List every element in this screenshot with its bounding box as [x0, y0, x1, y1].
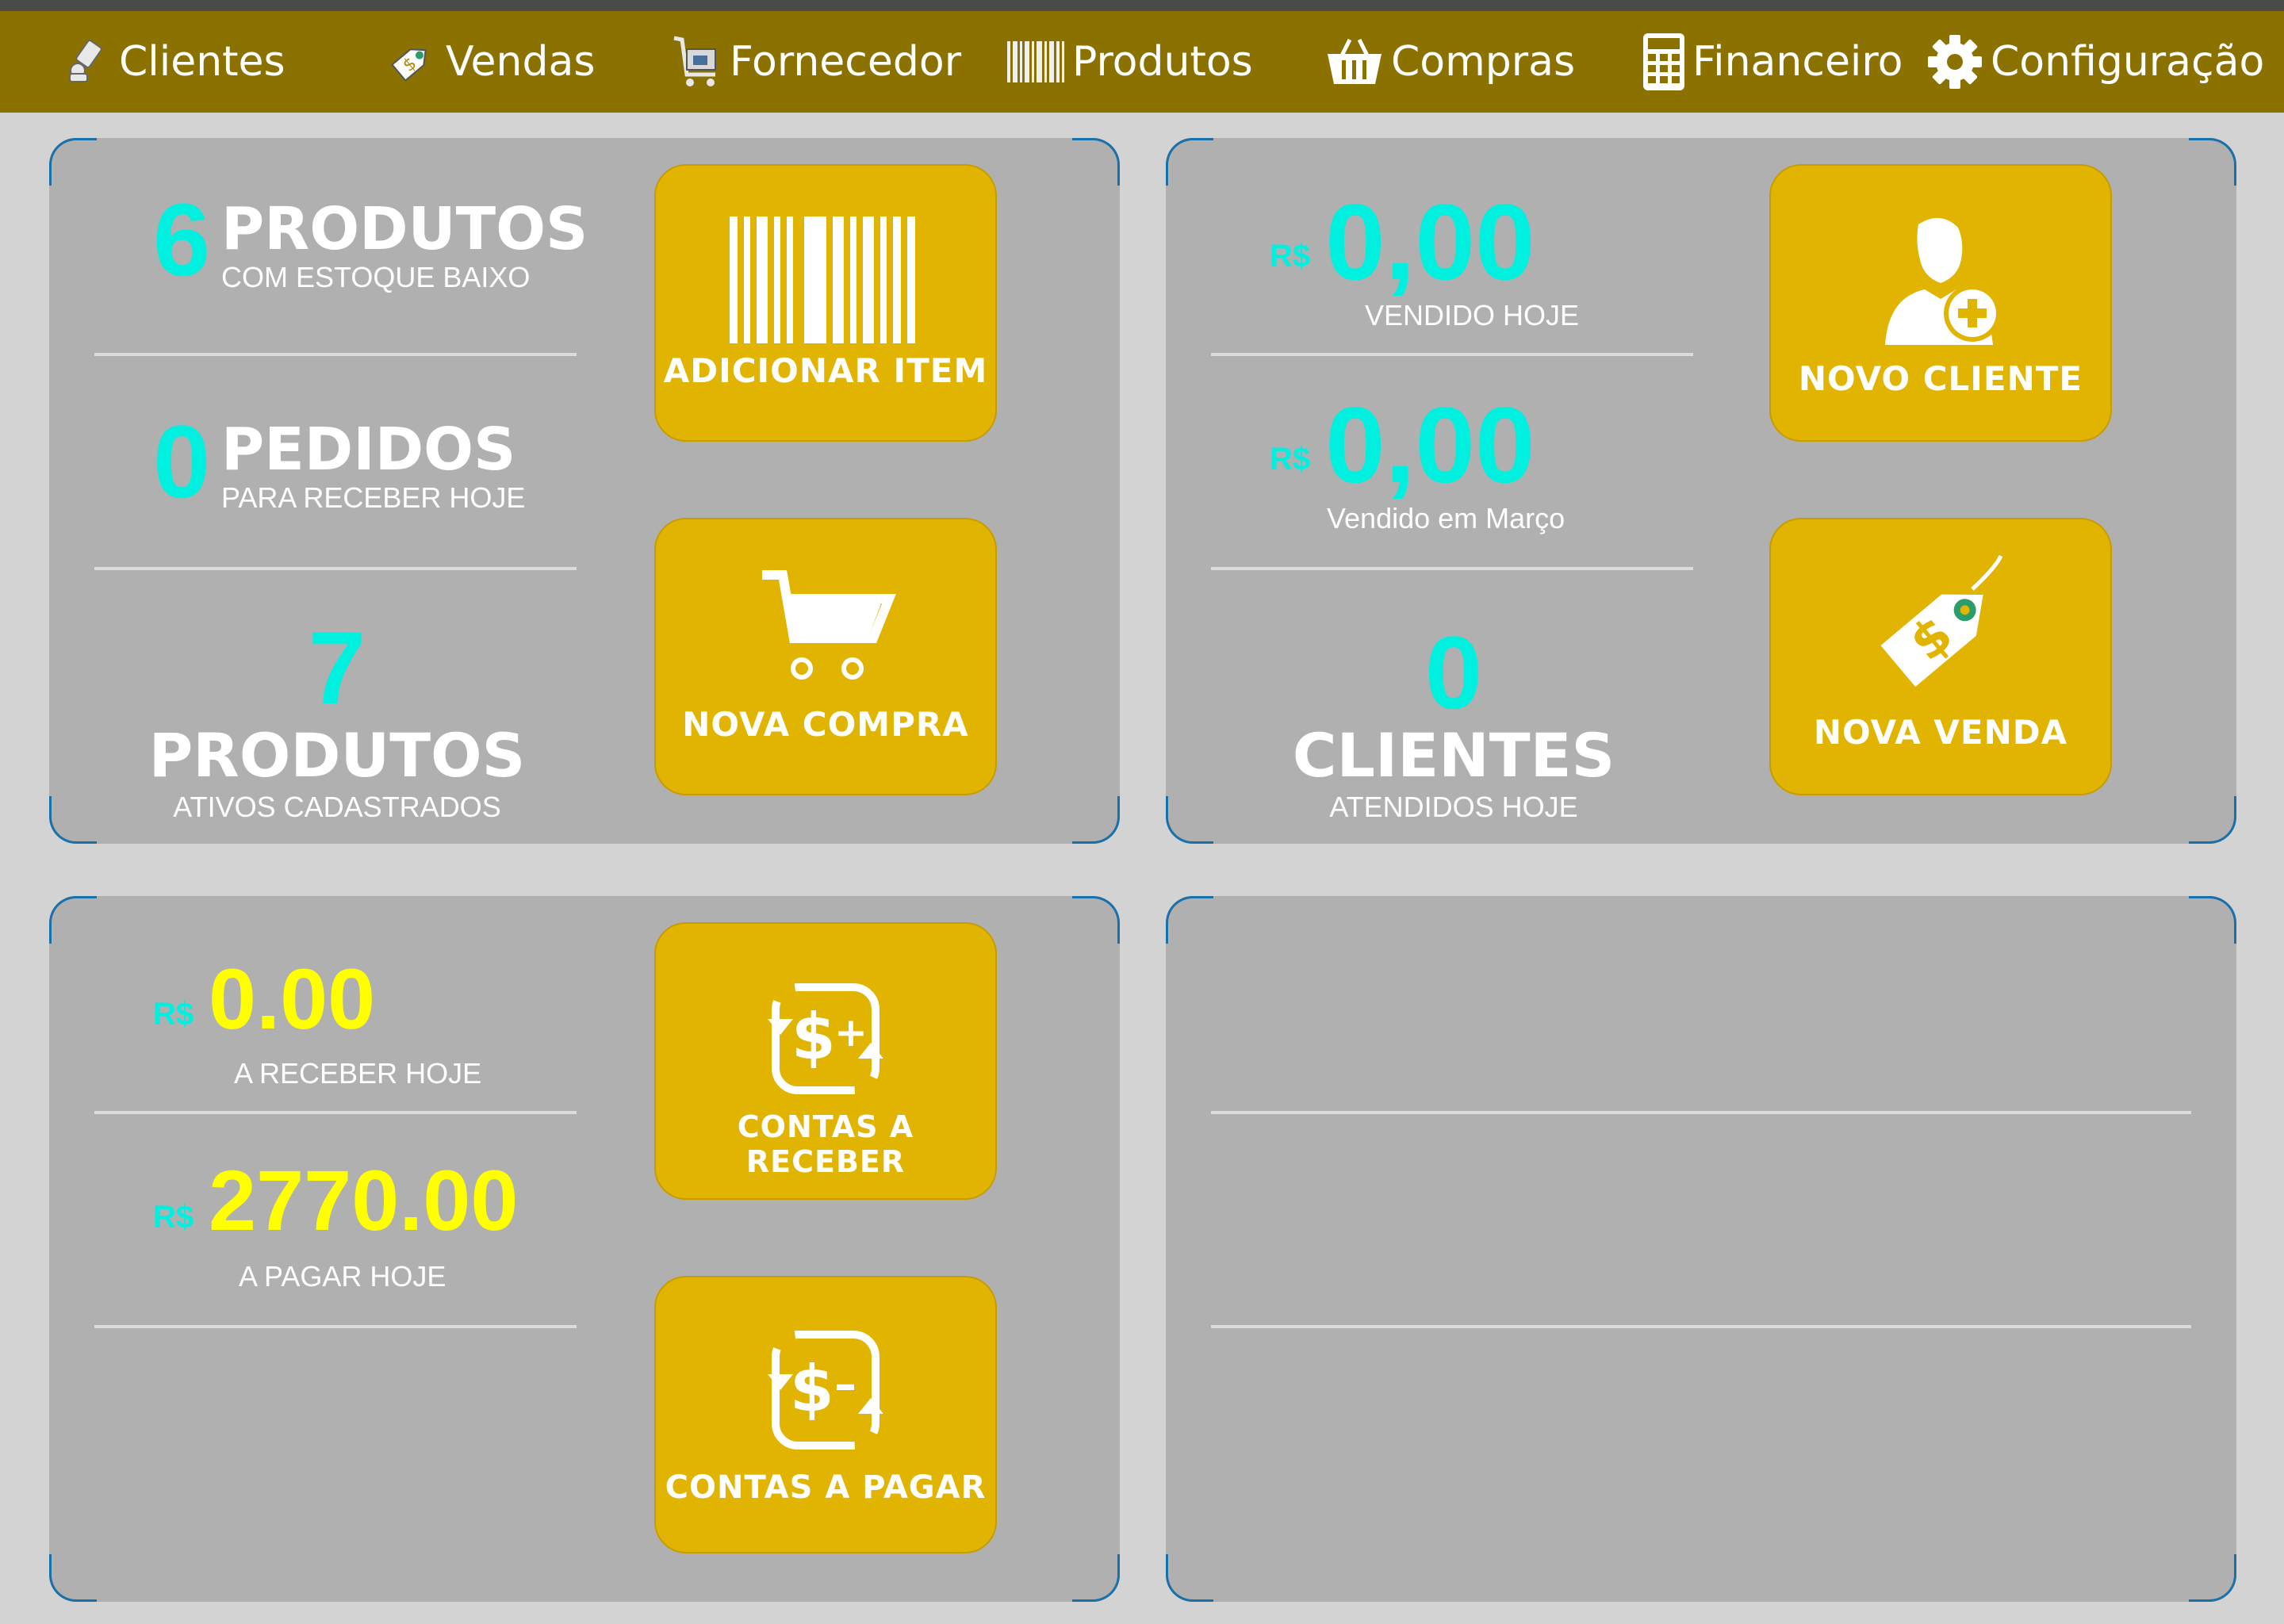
add-user-icon [1771, 210, 2110, 353]
nav-fornecedor-label: Fornecedor [730, 38, 962, 86]
sold-today-caption: VENDIDO HOJE [1365, 299, 1580, 331]
barcode-icon [656, 216, 995, 343]
receivable-today-caption: A RECEBER HOJE [234, 1057, 482, 1090]
window-top-border [0, 0, 2284, 11]
divider [94, 353, 577, 356]
clients-served-caption: ATENDIDOS HOJE [1329, 791, 1578, 823]
new-sale-label: NOVA VENDA [1813, 713, 2068, 752]
supplier-cart-icon [669, 33, 723, 90]
low-stock-count: 6 [153, 182, 211, 297]
sold-month-caption: Vendido em Março [1327, 502, 1565, 534]
nav-configuracao[interactable]: Configuração [1926, 11, 2264, 113]
empty-summary-panel [1166, 896, 2236, 1602]
panel-corner [1072, 896, 1120, 944]
active-products-caption: ATIVOS CADASTRADOS [173, 791, 501, 823]
divider [94, 1325, 577, 1328]
svg-text:+: + [834, 1009, 868, 1055]
panel-corner [2189, 1554, 2236, 1602]
currency-symbol: R$ [153, 997, 194, 1032]
money-out-icon: $ – [656, 1327, 995, 1454]
sold-today-value: 0,00 [1325, 182, 1535, 302]
shopping-cart-icon [656, 567, 995, 694]
nav-configuracao-label: Configuração [1991, 38, 2265, 86]
panel-corner [2189, 896, 2236, 944]
finance-summary-panel: R$ 0.00 A RECEBER HOJE R$ 2770.00 A PAGA… [49, 896, 1120, 1602]
nav-vendas-label: Vendas [446, 38, 596, 86]
low-stock-caption: COM ESTOQUE BAIXO [221, 261, 531, 293]
currency-symbol: R$ [153, 1200, 194, 1235]
price-tag-icon: $ [384, 34, 439, 90]
panel-corner [1072, 138, 1120, 186]
svg-text:–: – [834, 1359, 856, 1411]
clients-served-label: CLIENTES [1292, 720, 1615, 791]
orders-label: PEDIDOS [221, 416, 516, 484]
new-purchase-button[interactable]: NOVA COMPRA [654, 518, 997, 795]
active-products-count: 7 [308, 610, 366, 726]
orders-count: 0 [153, 404, 211, 519]
wrench-user-icon [63, 37, 113, 86]
divider [94, 567, 577, 570]
nav-fornecedor[interactable]: Fornecedor [669, 11, 961, 113]
panel-corner [1166, 896, 1213, 944]
panel-corner [1072, 796, 1120, 844]
panel-corner [49, 138, 97, 186]
panel-corner [2189, 138, 2236, 186]
money-in-icon: $ + [656, 979, 995, 1098]
divider [1211, 567, 1693, 570]
svg-text:$: $ [791, 1000, 836, 1074]
divider [1211, 1111, 2191, 1114]
nav-compras-label: Compras [1391, 38, 1576, 86]
currency-symbol: R$ [1270, 239, 1311, 274]
clients-served-count: 0 [1424, 615, 1483, 730]
basket-icon [1324, 35, 1385, 89]
panel-corner [1166, 1554, 1213, 1602]
accounts-receivable-button[interactable]: $ + CONTAS A RECEBER [654, 922, 997, 1200]
divider [1211, 353, 1693, 356]
active-products-label: PRODUTOS [148, 720, 526, 791]
divider [1211, 1325, 2191, 1328]
svg-text:$: $ [790, 1352, 834, 1426]
payable-today-caption: A PAGAR HOJE [239, 1260, 446, 1293]
currency-symbol: R$ [1270, 442, 1311, 477]
panel-corner [49, 896, 97, 944]
payable-today-value: 2770.00 [209, 1152, 519, 1248]
panel-corner [49, 1554, 97, 1602]
divider [94, 1111, 577, 1114]
nav-financeiro[interactable]: Financeiro [1642, 11, 1903, 113]
nav-clientes[interactable]: Clientes [63, 11, 286, 113]
panel-corner [1166, 138, 1213, 186]
new-client-button[interactable]: NOVO CLIENTE [1769, 164, 2112, 442]
price-tag-icon: $ [1771, 551, 2110, 702]
products-summary-panel: 6 PRODUTOS COM ESTOQUE BAIXO 0 PEDIDOS P… [49, 138, 1120, 844]
receivable-today-value: 0.00 [209, 951, 376, 1047]
orders-caption: PARA RECEBER HOJE [221, 481, 526, 514]
nav-clientes-label: Clientes [119, 38, 286, 86]
nav-vendas[interactable]: $ Vendas [384, 11, 595, 113]
add-item-button[interactable]: ADICIONAR ITEM [654, 164, 997, 442]
sold-month-value: 0,00 [1325, 385, 1535, 505]
low-stock-label: PRODUTOS [221, 195, 588, 263]
accounts-payable-label: CONTAS A PAGAR [665, 1469, 987, 1506]
panel-corner [1072, 1554, 1120, 1602]
nav-financeiro-label: Financeiro [1692, 38, 1903, 86]
panel-corner [2189, 796, 2236, 844]
sales-summary-panel: R$ 0,00 VENDIDO HOJE R$ 0,00 Vendido em … [1166, 138, 2236, 844]
calculator-icon [1642, 32, 1686, 92]
barcode-icon [1006, 38, 1066, 86]
nav-produtos-label: Produtos [1072, 38, 1253, 86]
nav-compras[interactable]: Compras [1324, 11, 1575, 113]
accounts-payable-button[interactable]: $ – CONTAS A PAGAR [654, 1276, 997, 1553]
add-item-label: ADICIONAR ITEM [663, 351, 988, 390]
new-sale-button[interactable]: $ NOVA VENDA [1769, 518, 2112, 795]
accounts-receivable-label: CONTAS A RECEBER [737, 1109, 914, 1179]
new-client-label: NOVO CLIENTE [1798, 359, 2083, 398]
gear-icon [1926, 33, 1984, 91]
nav-produtos[interactable]: Produtos [1006, 11, 1253, 113]
new-purchase-label: NOVA COMPRA [682, 705, 969, 744]
